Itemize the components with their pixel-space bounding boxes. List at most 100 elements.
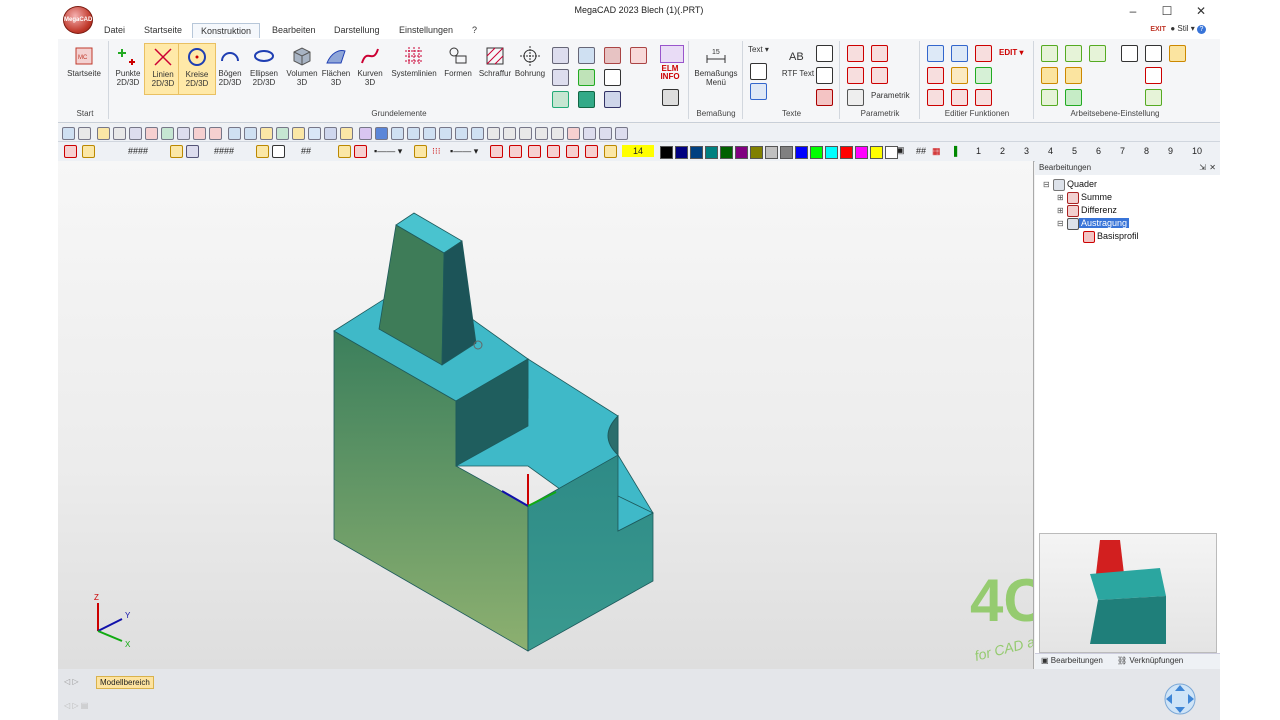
lock-icon[interactable] — [82, 145, 95, 158]
layer-number-button[interactable]: 3 — [1024, 146, 1029, 156]
schraffur-button[interactable]: Schraffur — [476, 43, 514, 93]
app-logo[interactable]: MegaCAD — [63, 6, 93, 34]
quick-tool-icon[interactable] — [324, 127, 337, 140]
layer-number-button[interactable]: 8 — [1144, 146, 1149, 156]
snap-star-icon[interactable] — [64, 145, 77, 158]
tool-icon-a4[interactable] — [630, 47, 647, 64]
quick-tool-icon[interactable] — [97, 127, 110, 140]
quick-tool-icon[interactable] — [407, 127, 420, 140]
tab-bearbeiten[interactable]: Bearbeiten — [272, 25, 316, 35]
line-type-field[interactable]: #### — [128, 146, 148, 156]
color-swatch[interactable] — [810, 146, 823, 159]
color-swatch[interactable] — [780, 146, 793, 159]
kurven-button[interactable]: Kurven 3D — [352, 43, 388, 93]
panel-close-icon[interactable]: ✕ — [1209, 161, 1216, 175]
tab-darstellung[interactable]: Darstellung — [334, 25, 380, 35]
exit-button[interactable]: EXIT — [1150, 26, 1166, 33]
formen-button[interactable]: Formen — [440, 43, 476, 93]
zoom-prev-icon[interactable] — [566, 145, 579, 158]
color-index-field[interactable]: 14 — [622, 145, 654, 157]
quick-tool-icon[interactable] — [292, 127, 305, 140]
layer-number-button[interactable]: 5 — [1072, 146, 1077, 156]
tool-icon-a2[interactable] — [578, 47, 595, 64]
punkte-button[interactable]: Punkte 2D/3D — [110, 43, 146, 93]
pattern-field[interactable]: ## — [301, 146, 311, 156]
layer-number-button[interactable]: 4 — [1048, 146, 1053, 156]
color-swatch[interactable] — [720, 146, 733, 159]
linestyle-select-1[interactable]: ▪—— ▾ — [374, 146, 402, 157]
quick-tool-icon[interactable] — [455, 127, 468, 140]
zoom-pan-icon[interactable] — [585, 145, 598, 158]
text-tool-1[interactable] — [816, 45, 833, 62]
navigation-cube-icon[interactable] — [1163, 682, 1197, 716]
parametrik-button[interactable]: Parametrik — [871, 91, 910, 100]
workplane-tool-8[interactable] — [1065, 67, 1082, 84]
line-width-field[interactable]: #### — [214, 146, 234, 156]
edit-tool-3[interactable] — [975, 45, 992, 62]
layer-number-button[interactable]: 9 — [1168, 146, 1173, 156]
book-icon[interactable] — [662, 89, 679, 106]
text-tool-3[interactable] — [816, 89, 833, 106]
quick-tool-icon[interactable] — [193, 127, 206, 140]
layer-number-button[interactable]: 10 — [1192, 146, 1202, 156]
param-tool-4[interactable] — [871, 67, 888, 84]
style-dropdown[interactable]: Stil — [1177, 24, 1188, 33]
quick-tool-icon[interactable] — [260, 127, 273, 140]
startseite-button[interactable]: MC Startseite — [66, 43, 102, 93]
workplane-tool-1[interactable] — [1041, 45, 1058, 62]
color-swatch[interactable] — [885, 146, 898, 159]
quick-tool-icon[interactable] — [375, 127, 388, 140]
tool-icon-a3[interactable] — [604, 47, 621, 64]
lock-icon[interactable] — [170, 145, 183, 158]
layer-grid-icon[interactable]: ▦ — [932, 146, 941, 157]
tree-item-austragung[interactable]: Austragung — [1079, 218, 1130, 228]
quick-tool-icon[interactable] — [391, 127, 404, 140]
param-tool-1[interactable] — [847, 45, 864, 62]
lock-icon[interactable] — [414, 145, 427, 158]
maximize-button[interactable]: ☐ — [1153, 3, 1181, 19]
layer-icon[interactable] — [354, 145, 367, 158]
color-swatch[interactable] — [840, 146, 853, 159]
workplane-tool-7[interactable] — [1041, 67, 1058, 84]
workplane-tool-2[interactable] — [1065, 45, 1082, 62]
edit-tool-5[interactable] — [951, 67, 968, 84]
quick-tool-icon[interactable] — [519, 127, 532, 140]
color-swatch[interactable] — [735, 146, 748, 159]
tool-icon-c1[interactable] — [552, 91, 569, 108]
text-tool-2[interactable] — [816, 67, 833, 84]
quick-tool-icon[interactable] — [471, 127, 484, 140]
text-style-icon[interactable] — [750, 83, 767, 100]
tree-item-basisprofil[interactable]: Basisprofil — [1097, 231, 1139, 241]
quick-tool-icon[interactable] — [567, 127, 580, 140]
param-tool-2[interactable] — [871, 45, 888, 62]
pin-icon[interactable]: ⇲ — [1199, 161, 1206, 175]
linestyle-select-2[interactable]: ▪—— ▾ — [450, 146, 478, 157]
collapse-icon[interactable]: ⊟ — [1057, 219, 1067, 229]
color-swatch[interactable] — [825, 146, 838, 159]
tab-einstellungen[interactable]: Einstellungen — [399, 25, 453, 35]
param-tool-3[interactable] — [847, 67, 864, 84]
edit-tool-7[interactable] — [927, 89, 944, 106]
quick-tool-icon[interactable] — [503, 127, 516, 140]
magic-icon[interactable] — [660, 45, 684, 63]
tab-startseite[interactable]: Startseite — [144, 25, 182, 35]
color-swatch[interactable] — [870, 146, 883, 159]
quick-tool-icon[interactable] — [535, 127, 548, 140]
pencil-icon[interactable] — [272, 145, 285, 158]
workplane-tool-10[interactable] — [1041, 89, 1058, 106]
rtf-text-button[interactable]: AB RTF Text — [780, 43, 816, 93]
bemassungs-menue-button[interactable]: 15 Bemaßungs Menü — [692, 43, 740, 93]
quick-tool-icon[interactable] — [228, 127, 241, 140]
quick-tool-icon[interactable] — [551, 127, 564, 140]
tool-icon-a1[interactable] — [552, 47, 569, 64]
model-space-tab[interactable]: Modellbereich — [96, 676, 154, 689]
edit-dropdown[interactable]: EDIT ▾ — [999, 48, 1023, 57]
zoom-all-icon[interactable] — [547, 145, 560, 158]
linien-button[interactable]: Linien 2D/3D — [144, 43, 182, 95]
solid-model[interactable] — [333, 212, 654, 652]
text-dropdown[interactable]: Text ▾ — [748, 45, 769, 54]
quick-tool-icon[interactable] — [487, 127, 500, 140]
lock-icon[interactable] — [256, 145, 269, 158]
tool-icon-c2[interactable] — [578, 91, 595, 108]
color-swatch[interactable] — [690, 146, 703, 159]
